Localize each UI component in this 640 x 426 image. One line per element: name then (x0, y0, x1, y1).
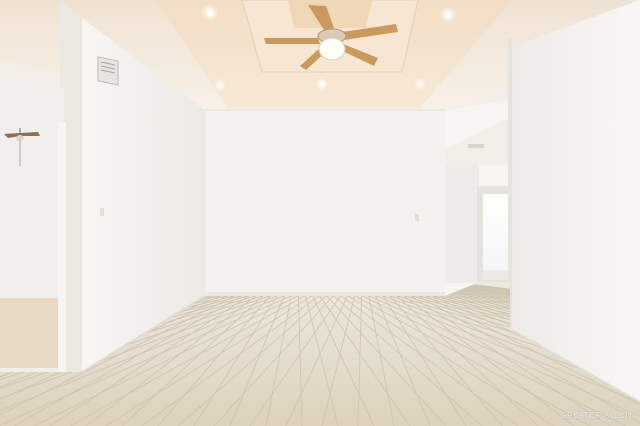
recessed-light-icon (213, 78, 227, 92)
recessed-light-icon (439, 6, 457, 24)
exterior-door-glass (483, 194, 509, 270)
left-doorframe (58, 122, 66, 374)
hallway-vent (468, 144, 484, 148)
wall-outlet (415, 214, 419, 221)
wall-outlet (100, 208, 104, 216)
watermark: GREATER ALLEN (560, 411, 632, 420)
recessed-light-icon (315, 77, 329, 91)
back-wall-baseboard (205, 292, 445, 296)
room-photo: GREATER ALLEN (0, 0, 640, 426)
back-wall (205, 110, 445, 296)
left-room-floor (0, 298, 58, 368)
recessed-light-icon (413, 77, 427, 91)
hallway-wall (445, 165, 479, 283)
room-illustration (0, 0, 640, 426)
recessed-light-icon (201, 4, 219, 22)
air-vent-icon (97, 56, 119, 86)
